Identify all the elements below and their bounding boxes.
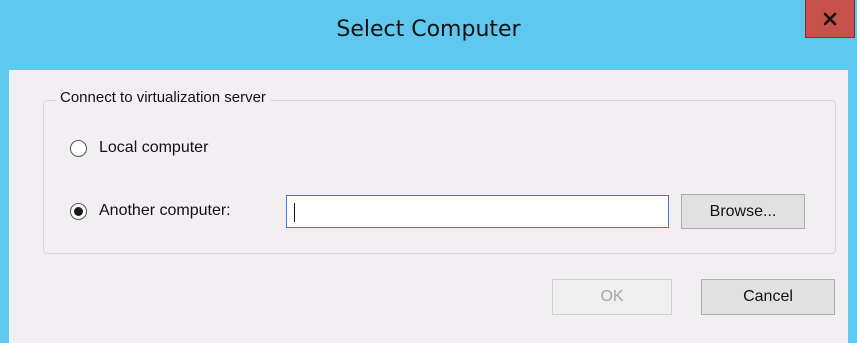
browse-button[interactable]: Browse... (681, 194, 805, 229)
another-computer-radio[interactable] (70, 202, 87, 220)
connection-group: Connect to virtualization server Local c… (43, 89, 836, 254)
local-computer-option[interactable]: Local computer (70, 139, 208, 157)
ok-button[interactable]: OK (552, 279, 672, 315)
group-legend: Connect to virtualization server (56, 89, 270, 106)
another-computer-option[interactable]: Another computer: (70, 202, 231, 220)
select-computer-dialog: Select Computer Connect to virtualizatio… (0, 0, 857, 343)
radio-selected-dot (74, 206, 83, 216)
cancel-button[interactable]: Cancel (701, 279, 835, 315)
title-bar: Select Computer (0, 0, 857, 70)
another-computer-label: Another computer: (99, 202, 231, 219)
text-caret (294, 203, 295, 222)
close-button[interactable] (805, 0, 855, 38)
computer-name-input[interactable] (286, 195, 669, 228)
local-computer-label: Local computer (99, 139, 209, 156)
dialog-content: Connect to virtualization server Local c… (9, 70, 848, 343)
close-icon (823, 12, 837, 25)
local-computer-radio[interactable] (70, 139, 87, 157)
dialog-title: Select Computer (336, 17, 521, 42)
